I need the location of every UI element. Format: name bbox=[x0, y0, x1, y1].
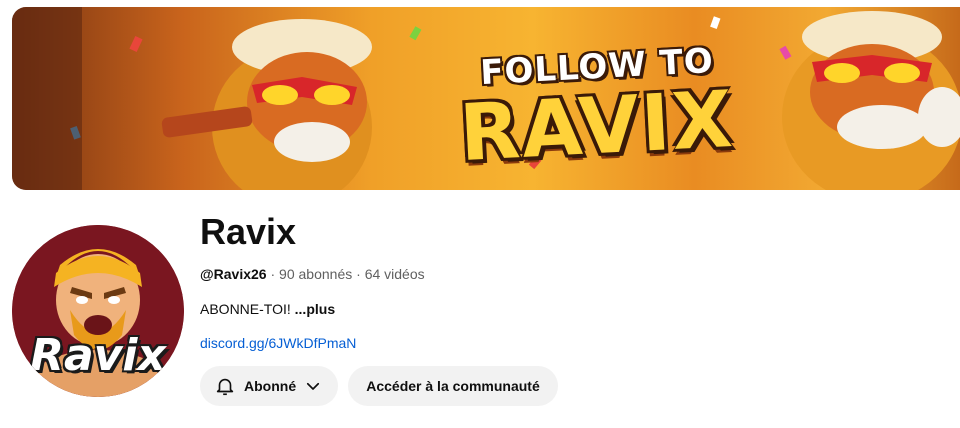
subscriber-count: 90 abonnés bbox=[279, 266, 353, 282]
subscribed-button[interactable]: Abonné bbox=[200, 366, 338, 406]
banner-title-line2: RAVIX bbox=[457, 74, 737, 180]
meta-separator: · bbox=[352, 266, 365, 282]
bell-icon bbox=[214, 375, 236, 397]
banner-title: FOLLOW TO RAVIX bbox=[432, 41, 762, 179]
description-text: ABONNE-TOI! bbox=[200, 301, 291, 317]
avatar-text: Ravix bbox=[30, 330, 166, 381]
channel-banner: FOLLOW TO RAVIX bbox=[12, 7, 960, 190]
community-label: Accéder à la communauté bbox=[366, 378, 540, 394]
subscribed-label: Abonné bbox=[244, 378, 297, 394]
channel-link[interactable]: discord.gg/6JWkDfPmaN bbox=[200, 335, 356, 351]
channel-avatar[interactable]: Ravix bbox=[12, 225, 184, 397]
channel-name: Ravix bbox=[200, 211, 297, 252]
community-button[interactable]: Accéder à la communauté bbox=[348, 366, 558, 406]
description-more-link[interactable]: ...plus bbox=[295, 301, 335, 317]
channel-handle: @Ravix26 bbox=[200, 266, 267, 282]
chevron-down-icon bbox=[304, 377, 322, 395]
meta-separator: · bbox=[266, 266, 280, 282]
video-count: 64 vidéos bbox=[364, 266, 425, 282]
channel-description[interactable]: ABONNE-TOI! ...plus bbox=[200, 301, 335, 317]
channel-meta: @Ravix26 · 90 abonnés · 64 vidéos bbox=[200, 266, 425, 282]
